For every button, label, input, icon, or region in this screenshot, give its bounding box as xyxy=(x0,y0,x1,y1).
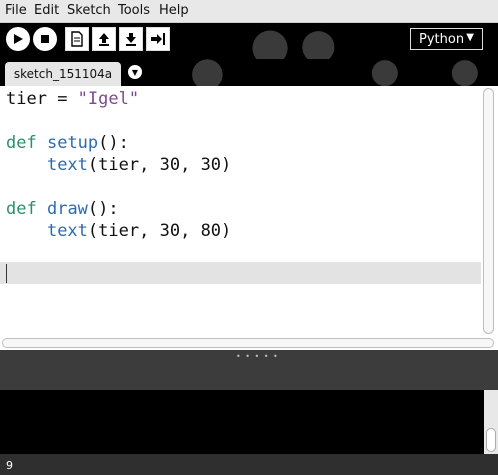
console-divider[interactable]: • • • • • xyxy=(0,350,498,390)
tab-label: sketch_151104a xyxy=(13,67,113,81)
code-editor[interactable]: tier = "Igel" def setup(): text(tier, 30,… xyxy=(0,86,498,336)
open-button[interactable] xyxy=(92,27,116,51)
code-line: def setup(): xyxy=(6,133,129,153)
console-area xyxy=(0,390,484,454)
code-line: text(tier, 30, 30) xyxy=(46,155,232,175)
menu-edit[interactable]: Edit xyxy=(34,3,59,18)
export-button[interactable] xyxy=(146,27,170,51)
python-logo-icon: ● xyxy=(450,59,480,86)
upload-icon xyxy=(99,33,109,46)
new-file-icon xyxy=(71,31,83,47)
tab-sketch[interactable]: sketch_151104a xyxy=(5,62,121,86)
code-line: text(tier, 30, 80) xyxy=(46,221,232,241)
python-logo-icon: ● xyxy=(370,59,400,86)
code-line: def draw(): xyxy=(6,199,119,219)
export-icon xyxy=(151,33,165,45)
code-line: tier = "Igel" xyxy=(6,89,140,109)
stop-icon xyxy=(41,35,49,43)
drag-grip-icon[interactable]: • • • • • xyxy=(236,352,279,361)
play-icon xyxy=(14,34,23,44)
caret-down-icon: ▼ xyxy=(466,32,474,43)
status-bar: 9 xyxy=(0,454,498,475)
mode-selector[interactable]: Python ▼ xyxy=(410,28,483,50)
python-logo-icon: ● xyxy=(250,23,291,59)
new-button[interactable] xyxy=(65,27,89,51)
menu-file[interactable]: File xyxy=(5,3,27,18)
tab-strip: ● ● ● sketch_151104a ▼ xyxy=(0,59,498,86)
toolbar: ● ● Python ▼ xyxy=(0,23,498,59)
editor-vertical-scrollbar[interactable] xyxy=(483,88,494,334)
download-icon xyxy=(126,33,136,46)
chevron-down-icon: ▼ xyxy=(131,67,139,77)
run-button[interactable] xyxy=(6,27,30,51)
code-area[interactable]: tier = "Igel" def setup(): text(tier, 30,… xyxy=(6,88,231,286)
tab-menu-button[interactable]: ▼ xyxy=(128,65,142,79)
python-logo-icon: ● xyxy=(190,59,225,86)
stop-button[interactable] xyxy=(33,27,57,51)
python-logo-icon: ● xyxy=(300,23,337,59)
console-scroll-thumb[interactable] xyxy=(486,428,496,452)
menu-bar: File Edit Sketch Tools Help xyxy=(0,0,498,23)
mode-label: Python xyxy=(419,31,465,47)
text-cursor xyxy=(6,264,7,283)
editor-horizontal-scrollbar[interactable] xyxy=(2,338,494,348)
menu-help[interactable]: Help xyxy=(159,3,189,18)
menu-sketch[interactable]: Sketch xyxy=(67,3,111,18)
save-button[interactable] xyxy=(119,27,143,51)
menu-tools[interactable]: Tools xyxy=(118,3,150,18)
line-number: 9 xyxy=(6,459,13,472)
console-scrollbar[interactable] xyxy=(484,390,498,454)
